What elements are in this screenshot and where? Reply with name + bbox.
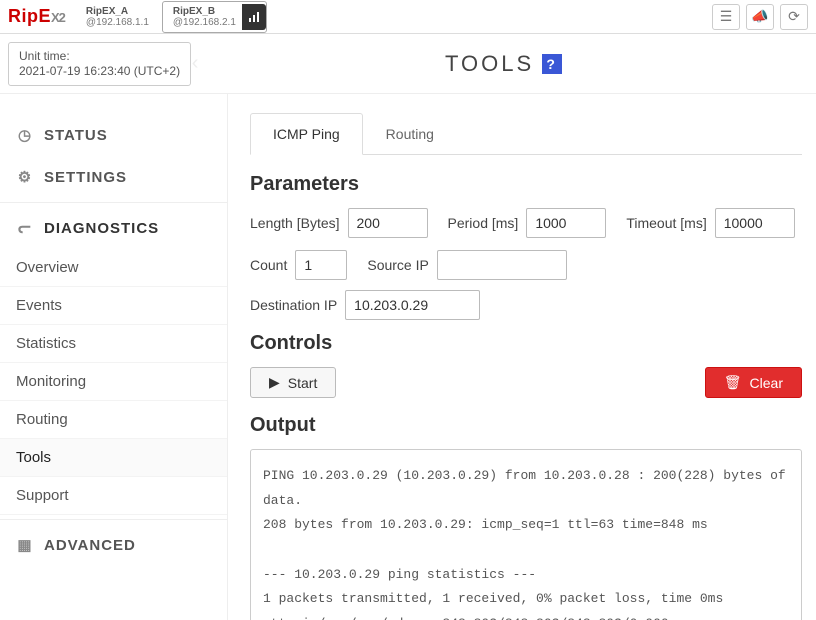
section-controls: Controls xyxy=(250,332,802,355)
notifications-button[interactable]: 📣 xyxy=(746,4,774,30)
logo-suffix: X2 xyxy=(51,10,65,25)
input-period[interactable] xyxy=(526,208,606,238)
sidebar-sub-events[interactable]: Events xyxy=(0,287,227,325)
unit-time-value: 2021-07-19 16:23:40 (UTC+2) xyxy=(19,64,180,79)
main-area: ◷ STATUS ⚙︎ SETTINGS ᓕ DIAGNOSTICS Overv… xyxy=(0,94,816,620)
clear-button-label: Clear xyxy=(750,375,783,391)
stethoscope-icon: ᓕ xyxy=(16,219,34,237)
unit-time-box: Unit time: 2021-07-19 16:23:40 (UTC+2) ‹ xyxy=(8,42,191,86)
field-length: Length [Bytes] xyxy=(250,208,428,238)
sidebar-item-label: DIAGNOSTICS xyxy=(44,220,159,237)
sidebar: ◷ STATUS ⚙︎ SETTINGS ᓕ DIAGNOSTICS Overv… xyxy=(0,94,228,620)
label-count: Count xyxy=(250,257,287,273)
sidebar-sub-routing[interactable]: Routing xyxy=(0,401,227,439)
megaphone-icon: 📣 xyxy=(751,8,768,25)
gear-icon: ⚙︎ xyxy=(16,168,34,186)
sidebar-sub-monitoring[interactable]: Monitoring xyxy=(0,363,227,401)
section-parameters: Parameters xyxy=(250,173,802,196)
sidebar-sub-overview[interactable]: Overview xyxy=(0,249,227,287)
label-length: Length [Bytes] xyxy=(250,215,340,231)
label-timeout: Timeout [ms] xyxy=(626,215,706,231)
param-row-2: Count Source IP Destination IP xyxy=(250,250,802,320)
trash-icon: 🗑︎ xyxy=(724,374,742,391)
top-bar: RipEX2 RipEX_A @192.168.1.1 RipEX_B @192… xyxy=(0,0,816,34)
device-name: RipEX_A xyxy=(86,6,149,17)
input-source-ip[interactable] xyxy=(437,250,567,280)
field-destination-ip: Destination IP xyxy=(250,290,480,320)
controls-row: ▶ Start 🗑︎ Clear xyxy=(250,367,802,398)
device-ip: @192.168.2.1 xyxy=(173,17,236,28)
label-destination-ip: Destination IP xyxy=(250,297,337,313)
logo: RipEX2 xyxy=(8,6,65,27)
sidebar-sub-tools[interactable]: Tools xyxy=(0,439,227,477)
list-icon: ☰ xyxy=(720,8,733,25)
sidebar-sub-support[interactable]: Support xyxy=(0,477,227,515)
label-source-ip: Source IP xyxy=(367,257,428,273)
input-timeout[interactable] xyxy=(715,208,795,238)
tab-bar: ICMP Ping Routing xyxy=(250,112,802,155)
input-count[interactable] xyxy=(295,250,347,280)
chevron-left-icon: ‹ xyxy=(192,56,199,71)
device-name: RipEX_B xyxy=(173,6,236,17)
param-row-1: Length [Bytes] Period [ms] Timeout [ms] xyxy=(250,208,802,238)
input-destination-ip[interactable] xyxy=(345,290,480,320)
field-period: Period [ms] xyxy=(448,208,607,238)
section-output: Output xyxy=(250,414,802,437)
play-icon: ▶ xyxy=(269,374,280,391)
list-button[interactable]: ☰ xyxy=(712,4,740,30)
gauge-icon: ◷ xyxy=(16,126,34,144)
refresh-icon: ⟳ xyxy=(788,8,800,25)
field-source-ip: Source IP xyxy=(367,250,566,280)
refresh-button[interactable]: ⟳ xyxy=(780,4,808,30)
logo-main: RipE xyxy=(8,6,51,26)
device-ip: @192.168.1.1 xyxy=(86,17,149,28)
help-button[interactable]: ? xyxy=(542,54,562,74)
field-timeout: Timeout [ms] xyxy=(626,208,794,238)
field-count: Count xyxy=(250,250,347,280)
sidebar-sub-statistics[interactable]: Statistics xyxy=(0,325,227,363)
device-tab-a[interactable]: RipEX_A @192.168.1.1 xyxy=(77,3,158,31)
sidebar-item-label: STATUS xyxy=(44,127,108,144)
tab-icmp-ping[interactable]: ICMP Ping xyxy=(250,113,363,155)
start-button-label: Start xyxy=(288,375,318,391)
device-tab-b[interactable]: RipEX_B @192.168.2.1 xyxy=(162,1,267,33)
sidebar-item-settings[interactable]: ⚙︎ SETTINGS xyxy=(0,156,227,198)
input-length[interactable] xyxy=(348,208,428,238)
sidebar-item-diagnostics[interactable]: ᓕ DIAGNOSTICS xyxy=(0,207,227,249)
sidebar-item-status[interactable]: ◷ STATUS xyxy=(0,114,227,156)
tab-routing[interactable]: Routing xyxy=(363,113,457,155)
collapse-sidebar-button[interactable]: ‹ xyxy=(178,47,212,81)
grid-icon: ▦ xyxy=(16,536,34,554)
unit-time-label: Unit time: xyxy=(19,49,180,64)
label-period: Period [ms] xyxy=(448,215,519,231)
signal-icon xyxy=(242,4,266,30)
start-button[interactable]: ▶ Start xyxy=(250,367,336,398)
content: ICMP Ping Routing Parameters Length [Byt… xyxy=(228,94,816,620)
output-console: PING 10.203.0.29 (10.203.0.29) from 10.2… xyxy=(250,449,802,620)
title-bar: Unit time: 2021-07-19 16:23:40 (UTC+2) ‹… xyxy=(0,34,816,94)
page-title-text: TOOLS xyxy=(445,51,534,77)
clear-button[interactable]: 🗑︎ Clear xyxy=(705,367,802,398)
sidebar-item-label: SETTINGS xyxy=(44,169,127,186)
sidebar-item-label: ADVANCED xyxy=(44,537,136,554)
sidebar-item-advanced[interactable]: ▦ ADVANCED xyxy=(0,524,227,566)
page-title: TOOLS ? xyxy=(445,51,562,77)
